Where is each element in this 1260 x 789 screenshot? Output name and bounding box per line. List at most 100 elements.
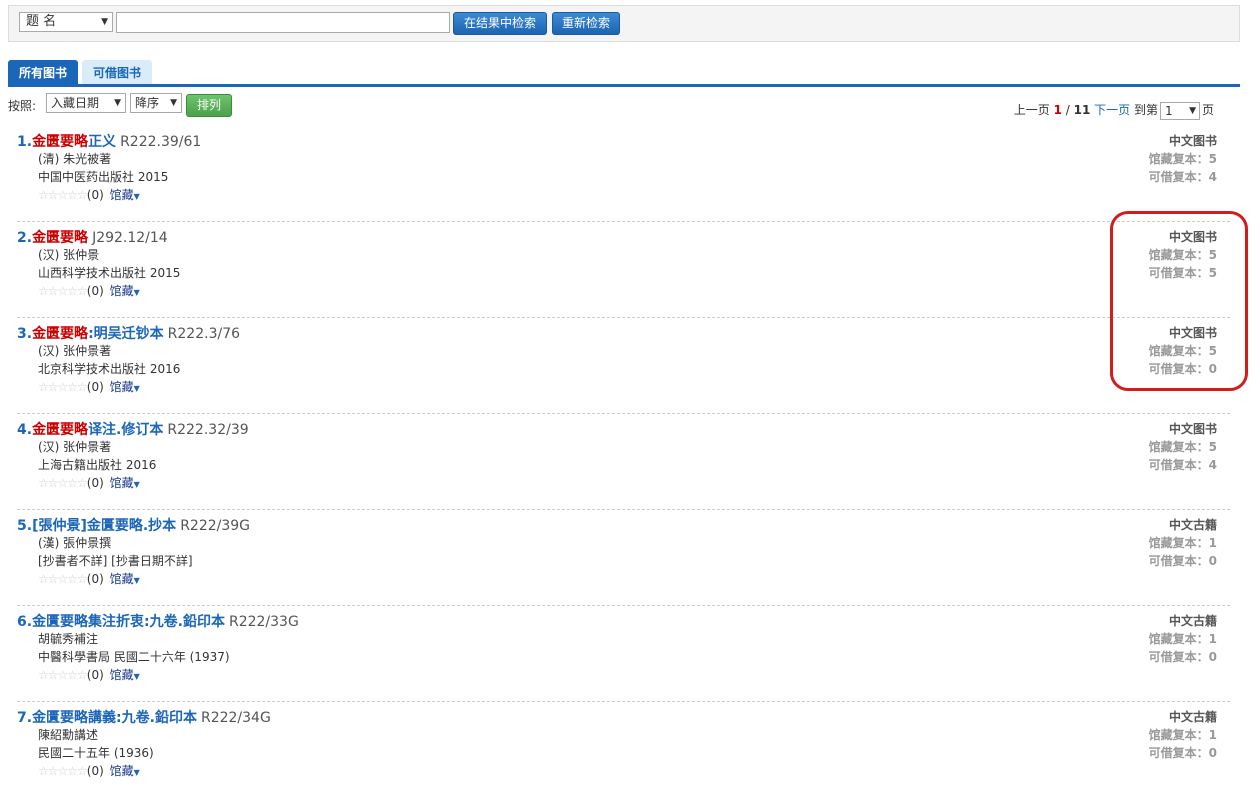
star-rating-icon[interactable]: ☆☆☆☆☆ — [38, 572, 88, 586]
result-title[interactable]: 3.金匮要略:明吴迁钞本 R222.3/76 — [17, 323, 240, 343]
holdings-dropdown[interactable]: 馆藏▼ — [110, 188, 140, 202]
available-copies: 可借复本：0 — [1148, 650, 1217, 664]
result-title-highlight[interactable]: 金匮要略 — [32, 326, 88, 342]
result-title[interactable]: 1.金匮要略正义 R222.39/61 — [17, 131, 201, 151]
search-input[interactable] — [116, 12, 450, 33]
call-number: R222/33G — [228, 614, 299, 630]
result-item: 4.金匮要略译注.修订本 R222.32/39 (汉) 张仲景著 上海古籍出版社 … — [17, 414, 1230, 510]
result-rating: ☆☆☆☆☆(0) 馆藏▼ — [38, 666, 140, 683]
goto-suffix: 页 — [1201, 103, 1214, 117]
goto-prefix: 到第 — [1133, 103, 1158, 117]
holdings-dropdown[interactable]: 馆藏▼ — [110, 764, 140, 778]
result-title[interactable]: 2.金匮要略 J292.12/14 — [17, 227, 168, 247]
result-title[interactable]: 6.金匱要略集注折衷:九卷.鉛印本 R222/33G — [17, 611, 299, 631]
tab-divider — [8, 84, 1240, 87]
result-rating: ☆☆☆☆☆(0) 馆藏▼ — [38, 570, 140, 587]
call-number: R222/34G — [200, 710, 271, 726]
result-number: 4. — [17, 422, 33, 438]
holdings-dropdown[interactable]: 馆藏▼ — [110, 572, 140, 586]
page-number-select[interactable]: 1 ▼ — [1159, 101, 1200, 120]
current-page: 1 — [1053, 103, 1062, 117]
holdings-dropdown[interactable]: 馆藏▼ — [110, 284, 140, 298]
result-holdings-info: 中文古籍 馆藏复本：1 可借复本：0 — [1149, 516, 1217, 570]
result-title-highlight[interactable]: 金匮要略 — [32, 134, 88, 150]
star-rating-icon[interactable]: ☆☆☆☆☆ — [38, 380, 88, 394]
holdings-label: 馆藏 — [109, 572, 134, 586]
sort-order-value: 降序 — [135, 96, 160, 110]
total-copies: 馆藏复本：1 — [1148, 728, 1217, 742]
sort-order-select[interactable]: 降序 ▼ — [130, 93, 182, 113]
document-type: 中文图书 — [1168, 422, 1217, 436]
star-rating-icon[interactable]: ☆☆☆☆☆ — [38, 764, 88, 778]
result-title-text[interactable]: 正义 — [88, 134, 116, 150]
star-rating-icon[interactable]: ☆☆☆☆☆ — [38, 668, 88, 682]
holdings-dropdown[interactable]: 馆藏▼ — [110, 380, 140, 394]
result-rating: ☆☆☆☆☆(0) 馆藏▼ — [38, 378, 140, 395]
document-type: 中文图书 — [1168, 134, 1217, 148]
sort-label: 按照: — [8, 99, 37, 113]
result-number: 3. — [17, 326, 33, 342]
call-number: R222.32/39 — [167, 422, 249, 438]
document-type: 中文古籍 — [1168, 614, 1217, 628]
star-rating-icon[interactable]: ☆☆☆☆☆ — [38, 284, 88, 298]
holdings-dropdown[interactable]: 馆藏▼ — [110, 476, 140, 490]
search-bar: 题 名 ▼ 在结果中检索 重新检索 — [8, 5, 1240, 42]
sort-field-select[interactable]: 入藏日期 ▼ — [46, 93, 126, 113]
tab-available-books[interactable]: 可借图书 — [82, 60, 152, 86]
result-item: 7.金匱要略講義:九卷.鉛印本 R222/34G 陳紹勳講述 民國二十五年 (19… — [17, 702, 1230, 789]
result-rating: ☆☆☆☆☆(0) 馆藏▼ — [38, 282, 140, 299]
result-title-text[interactable]: 金匱要略講義:九卷.鉛印本 — [32, 710, 197, 726]
result-rating: ☆☆☆☆☆(0) 馆藏▼ — [38, 762, 140, 779]
result-title-highlight[interactable]: 金匮要略 — [32, 230, 88, 246]
result-number: 1. — [17, 134, 33, 150]
star-rating-icon[interactable]: ☆☆☆☆☆ — [38, 188, 88, 202]
result-title[interactable]: 5.[張仲景]金匱要略.抄本 R222/39G — [17, 515, 250, 535]
annotation-highlight-box — [1110, 211, 1248, 391]
result-title-text[interactable]: [張仲景]金匱要略.抄本 — [32, 518, 176, 534]
holdings-dropdown[interactable]: 馆藏▼ — [110, 668, 140, 682]
result-author: (汉) 张仲景 — [38, 248, 100, 262]
result-title[interactable]: 4.金匮要略译注.修订本 R222.32/39 — [17, 419, 249, 439]
search-field-value: 题 名 — [26, 14, 57, 29]
result-title[interactable]: 7.金匱要略講義:九卷.鉛印本 R222/34G — [17, 707, 271, 727]
result-publisher: 山西科学技术出版社 2015 — [38, 266, 181, 280]
sort-button[interactable]: 排列 — [186, 94, 232, 117]
rating-count: (0) — [86, 188, 104, 202]
tab-all-books[interactable]: 所有图书 — [8, 60, 78, 86]
result-number: 5. — [17, 518, 33, 534]
result-author: 胡毓秀補注 — [38, 632, 99, 646]
caret-down-icon: ▼ — [133, 192, 140, 201]
rating-count: (0) — [86, 284, 104, 298]
result-author: (汉) 张仲景著 — [38, 344, 112, 358]
search-field-select[interactable]: 题 名 ▼ — [19, 12, 113, 32]
rating-count: (0) — [86, 668, 104, 682]
result-holdings-info: 中文图书 馆藏复本：5 可借复本：4 — [1149, 420, 1217, 474]
next-page-link[interactable]: 下一页 — [1094, 103, 1130, 117]
caret-down-icon: ▼ — [133, 768, 140, 777]
result-title-highlight[interactable]: 金匮要略 — [32, 422, 88, 438]
pagination: 上一页 1 / 11 下一页 到第 1 ▼ 页 — [1014, 101, 1214, 120]
star-rating-icon[interactable]: ☆☆☆☆☆ — [38, 476, 88, 490]
call-number: R222/39G — [180, 518, 251, 534]
holdings-label: 馆藏 — [109, 668, 134, 682]
result-publisher: [抄書者不詳] [抄書日期不詳] — [38, 554, 193, 568]
result-publisher: 北京科学技术出版社 2016 — [38, 362, 181, 376]
holdings-label: 馆藏 — [109, 380, 134, 394]
result-author: 陳紹勳講述 — [38, 728, 99, 742]
total-copies: 馆藏复本：5 — [1148, 152, 1217, 166]
result-publisher: 民國二十五年 (1936) — [38, 746, 154, 760]
search-within-results-button[interactable]: 在结果中检索 — [453, 12, 547, 35]
prev-page-link[interactable]: 上一页 — [1014, 103, 1050, 117]
rating-count: (0) — [86, 476, 104, 490]
result-title-text[interactable]: 金匱要略集注折衷:九卷.鉛印本 — [32, 614, 225, 630]
caret-down-icon: ▼ — [133, 288, 140, 297]
sort-bar: 按照: 入藏日期 ▼ 降序 ▼ 排列 上一页 1 / 11 下一页 到第 1 ▼ 页 — [8, 93, 1240, 120]
result-title-text[interactable]: 译注.修订本 — [88, 422, 163, 438]
result-title-text[interactable]: :明吴迁钞本 — [88, 326, 164, 342]
page-number-value: 1 — [1164, 103, 1173, 118]
new-search-button[interactable]: 重新检索 — [552, 12, 620, 35]
caret-down-icon: ▼ — [133, 672, 140, 681]
result-holdings-info: 中文图书 馆藏复本：5 可借复本：4 — [1149, 132, 1217, 186]
caret-down-icon: ▼ — [133, 480, 140, 489]
result-number: 7. — [17, 710, 33, 726]
